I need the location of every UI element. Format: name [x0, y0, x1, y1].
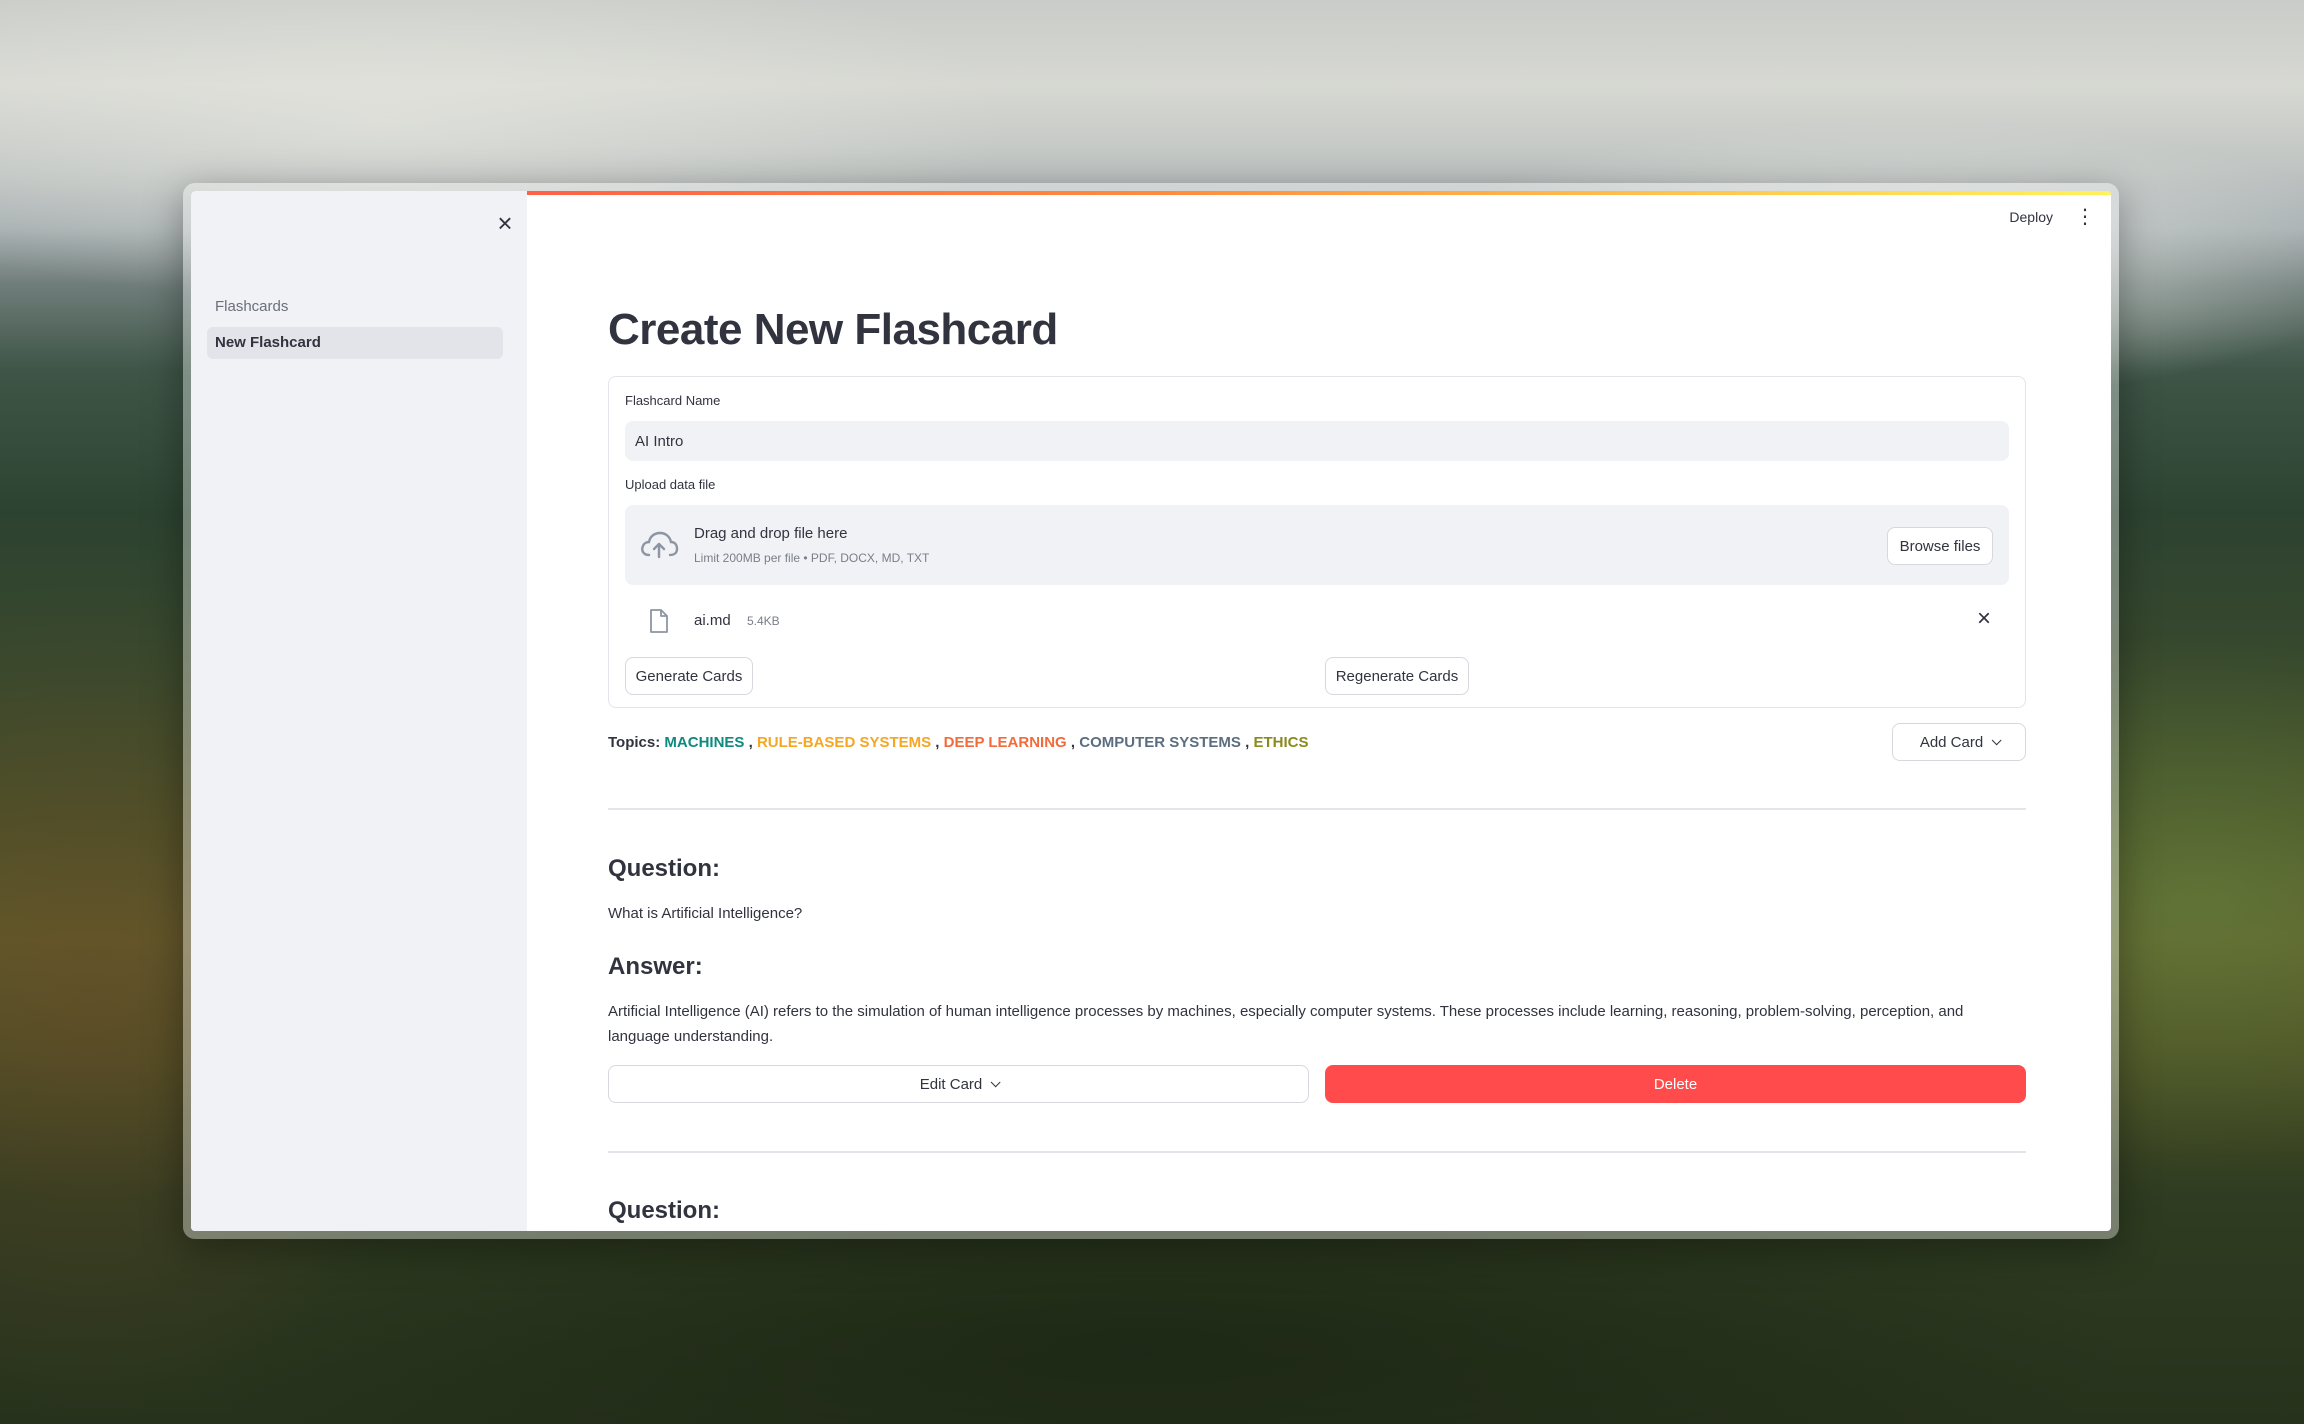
answer-text: Artificial Intelligence (AI) refers to t… [608, 1003, 1964, 1045]
chevron-down-icon [990, 1076, 1001, 1087]
topics-label: Topics: [608, 734, 661, 751]
topic-tag: COMPUTER SYSTEMS [1079, 734, 1241, 751]
question-heading: Question: [608, 855, 720, 882]
generate-cards-button[interactable]: Generate Cards [625, 657, 753, 695]
topic-separator: , [1070, 734, 1076, 751]
divider [608, 1151, 2026, 1153]
sidebar-nav: Flashcards New Flashcard [207, 291, 503, 363]
question-heading: Question: [608, 1197, 720, 1224]
browser-window: × Flashcards New Flashcard Deploy ⋮ Crea… [183, 183, 2119, 1239]
streamlit-app: × Flashcards New Flashcard Deploy ⋮ Crea… [191, 191, 2111, 1231]
topic-separator: , [935, 734, 940, 751]
edit-card-button[interactable]: Edit Card [608, 1065, 1309, 1103]
topic-separator: , [1245, 734, 1250, 751]
add-card-label: Add Card [1919, 733, 1984, 751]
deploy-button[interactable]: Deploy [2009, 209, 2053, 225]
file-size: 5.4KB [747, 614, 780, 628]
topic-tag: MACHINES [664, 734, 745, 751]
question-text: What is Artificial Intelligence? [608, 905, 803, 922]
upload-label: Upload data file [625, 477, 716, 492]
topic-separator: , [748, 734, 753, 751]
more-options-icon[interactable]: ⋮ [2075, 207, 2095, 227]
topic-tag: RULE-BASED SYSTEMS [756, 734, 932, 751]
file-name: ai.md [694, 612, 731, 629]
flashcard-name-label: Flashcard Name [625, 393, 721, 408]
topics-line: Topics: MACHINES , RULE-BASED SYSTEMS , … [608, 734, 1308, 751]
regenerate-cards-button[interactable]: Regenerate Cards [1325, 657, 1469, 695]
edit-card-label: Edit Card [919, 1075, 983, 1093]
remove-file-icon[interactable]: × [1977, 607, 1991, 631]
divider [608, 808, 2026, 810]
dropzone-limit: Limit 200MB per file • PDF, DOCX, MD, TX… [694, 551, 930, 565]
delete-card-button[interactable]: Delete [1325, 1065, 2026, 1103]
flashcard-form: Flashcard Name Upload data file Drag and… [608, 376, 2026, 708]
topic-tag: ETHICS [1253, 734, 1309, 751]
file-icon [650, 609, 668, 633]
sidebar: × Flashcards New Flashcard [191, 191, 527, 1231]
sidebar-item-new-flashcard[interactable]: New Flashcard [207, 327, 503, 359]
uploaded-file-row: ai.md 5.4KB × [625, 599, 2009, 643]
page-title: Create New Flashcard [608, 305, 1058, 354]
header-toolbar: Deploy ⋮ [2009, 207, 2095, 227]
file-dropzone[interactable]: Drag and drop file here Limit 200MB per … [625, 505, 2009, 585]
flashcard-name-input[interactable] [625, 421, 2009, 461]
sidebar-item-flashcards[interactable]: Flashcards [207, 291, 503, 323]
close-sidebar-icon[interactable]: × [491, 209, 519, 237]
cloud-upload-icon [641, 531, 679, 559]
browse-files-button[interactable]: Browse files [1887, 527, 1993, 565]
chevron-down-icon [1991, 734, 2002, 745]
topic-tag: DEEP LEARNING [943, 734, 1067, 751]
add-card-button[interactable]: Add Card [1892, 723, 2026, 761]
answer-heading: Answer: [608, 953, 703, 980]
dropzone-title: Drag and drop file here [694, 525, 848, 542]
